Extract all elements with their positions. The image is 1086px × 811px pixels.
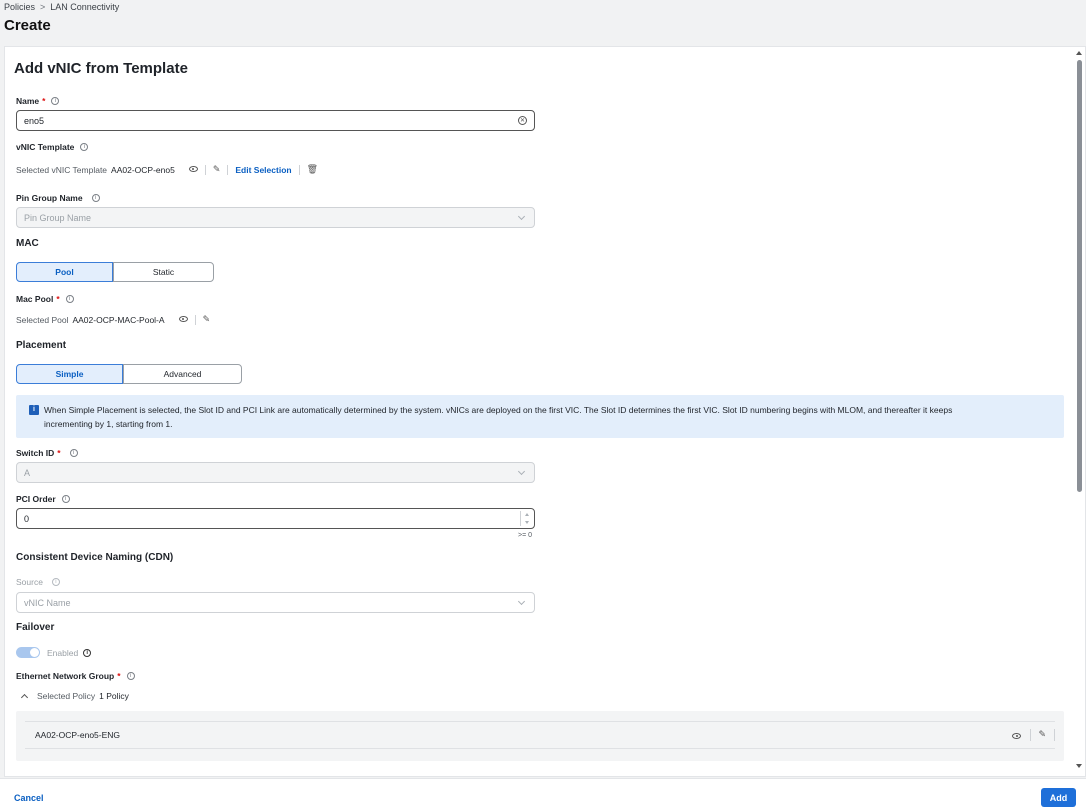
number-stepper[interactable] (520, 511, 532, 526)
mac-pool-option[interactable]: Pool (16, 262, 113, 282)
failover-toggle-row: Enabled i (16, 647, 92, 658)
add-button[interactable]: Add (1041, 788, 1076, 807)
vnic-template-label: vNIC Template i (16, 142, 89, 152)
placement-info-line-1: When Simple Placement is selected, the S… (44, 405, 953, 415)
required-marker: * (42, 96, 46, 106)
failover-state: Enabled i (47, 647, 92, 658)
breadcrumb: Policies > LAN Connectivity (4, 2, 119, 12)
switch-id-label-text: Switch ID (16, 448, 55, 458)
cdn-source-label: Source i (16, 577, 60, 587)
pin-group-placeholder: Pin Group Name (24, 212, 92, 223)
failover-toggle[interactable] (16, 647, 40, 658)
info-icon[interactable]: i (126, 672, 135, 680)
scrollbar-thumb[interactable] (1077, 60, 1082, 492)
chevron-up-icon (20, 693, 29, 702)
form-panel: Add vNIC from Template Name * i eno5 ✕ v… (4, 46, 1086, 777)
switch-id-label: Switch ID * i (16, 448, 78, 458)
policy-name: AA02-OCP-eno5-ENG (35, 730, 121, 740)
selected-policy-box: AA02-OCP-eno5-ENG ✎ (16, 711, 1064, 761)
placement-info-line-2: incrementing by 1, starting from 1. (44, 418, 173, 429)
eng-label-text: Ethernet Network Group (16, 671, 115, 681)
mac-static-option[interactable]: Static (113, 262, 214, 282)
required-marker: * (117, 671, 121, 681)
form-title: Add vNIC from Template (14, 60, 188, 77)
edit-selection-link[interactable]: Edit Selection (235, 165, 291, 175)
name-label-text: Name (16, 96, 40, 106)
placement-heading: Placement (16, 340, 67, 351)
selected-policy-label: Selected Policy (37, 691, 96, 701)
pin-group-label-text: Pin Group Name (16, 193, 83, 203)
chevron-down-icon (517, 212, 526, 221)
mac-pool-selection: Selected Pool AA02-OCP-MAC-Pool-A ✎ (16, 314, 210, 325)
placement-simple-option[interactable]: Simple (16, 364, 123, 384)
edit-icon[interactable]: ✎ (213, 164, 221, 175)
switch-id-select[interactable]: A (16, 462, 535, 483)
required-marker: * (56, 294, 60, 304)
view-icon[interactable] (188, 165, 198, 174)
mac-pool-label-text: Mac Pool (16, 294, 54, 304)
name-input[interactable]: eno5 ✕ (16, 110, 535, 131)
info-icon[interactable]: i (51, 97, 60, 105)
page-title: Create (4, 17, 51, 34)
ethernet-network-group-label: Ethernet Network Group * i (16, 671, 135, 681)
mac-pool-label: Mac Pool * i (16, 294, 74, 304)
mac-toggle: Pool Static (16, 262, 214, 282)
name-input-value: eno5 (24, 115, 45, 126)
placement-advanced-option[interactable]: Advanced (123, 364, 242, 384)
breadcrumb-separator: > (40, 2, 46, 12)
info-icon[interactable]: i (83, 648, 92, 657)
failover-heading: Failover (16, 622, 55, 633)
scroll-up-arrow[interactable] (1076, 51, 1082, 55)
placement-info-banner: i When Simple Placement is selected, the… (16, 395, 1064, 438)
pci-order-label-text: PCI Order (16, 494, 56, 504)
info-icon[interactable]: i (69, 449, 78, 457)
name-label: Name * i (16, 96, 60, 106)
edit-icon[interactable]: ✎ (203, 314, 211, 325)
switch-id-value: A (24, 467, 31, 478)
required-marker: * (57, 448, 61, 458)
cdn-source-label-text: Source (16, 577, 43, 587)
pci-order-hint: >= 0 (518, 532, 533, 539)
pin-group-select[interactable]: Pin Group Name (16, 207, 535, 228)
selected-policy-count: 1 Policy (99, 691, 129, 701)
info-icon[interactable]: i (61, 495, 70, 503)
cdn-heading: Consistent Device Naming (CDN) (16, 552, 174, 563)
cancel-button[interactable]: Cancel (14, 793, 44, 803)
pci-order-value: 0 (24, 513, 30, 524)
info-icon[interactable]: i (91, 194, 100, 202)
pci-order-input[interactable]: 0 (16, 508, 535, 529)
chevron-down-icon (517, 597, 526, 606)
vnic-template-label-text: vNIC Template (16, 142, 75, 152)
info-icon[interactable]: i (65, 295, 74, 303)
footer-bar: Cancel Add (0, 778, 1086, 811)
cdn-source-value: vNIC Name (24, 597, 71, 608)
info-icon[interactable]: i (80, 143, 89, 151)
view-icon[interactable] (178, 315, 188, 324)
info-icon: i (29, 405, 39, 415)
scroll-down-arrow[interactable] (1076, 764, 1082, 768)
placement-toggle: Simple Advanced (16, 364, 242, 384)
mac-heading: MAC (16, 238, 39, 249)
clear-icon[interactable]: ✕ (518, 116, 527, 125)
breadcrumb-current: LAN Connectivity (50, 2, 120, 12)
breadcrumb-policies-link[interactable]: Policies (4, 2, 35, 12)
pci-order-label: PCI Order i (16, 494, 70, 504)
chevron-down-icon (517, 467, 526, 476)
info-icon[interactable]: i (51, 578, 60, 586)
policy-row: AA02-OCP-eno5-ENG ✎ (25, 721, 1055, 749)
selected-pool-label: Selected Pool (16, 314, 69, 325)
failover-state-text: Enabled (47, 647, 79, 658)
selected-pool-value: AA02-OCP-MAC-Pool-A (72, 314, 165, 325)
cdn-source-select[interactable]: vNIC Name (16, 592, 535, 613)
trash-icon[interactable]: 🗑 (307, 164, 318, 175)
selected-template-label: Selected vNIC Template (16, 164, 108, 175)
selected-policy-toggle[interactable]: Selected Policy 1 Policy (20, 691, 129, 702)
view-icon[interactable] (1012, 731, 1021, 741)
scrollbar[interactable] (1073, 47, 1085, 776)
edit-icon[interactable]: ✎ (1038, 729, 1046, 740)
selected-template-value: AA02-OCP-eno5 (111, 164, 175, 175)
vnic-template-selection: Selected vNIC Template AA02-OCP-eno5 ✎ E… (16, 164, 318, 175)
pin-group-label: Pin Group Name i (16, 193, 100, 203)
